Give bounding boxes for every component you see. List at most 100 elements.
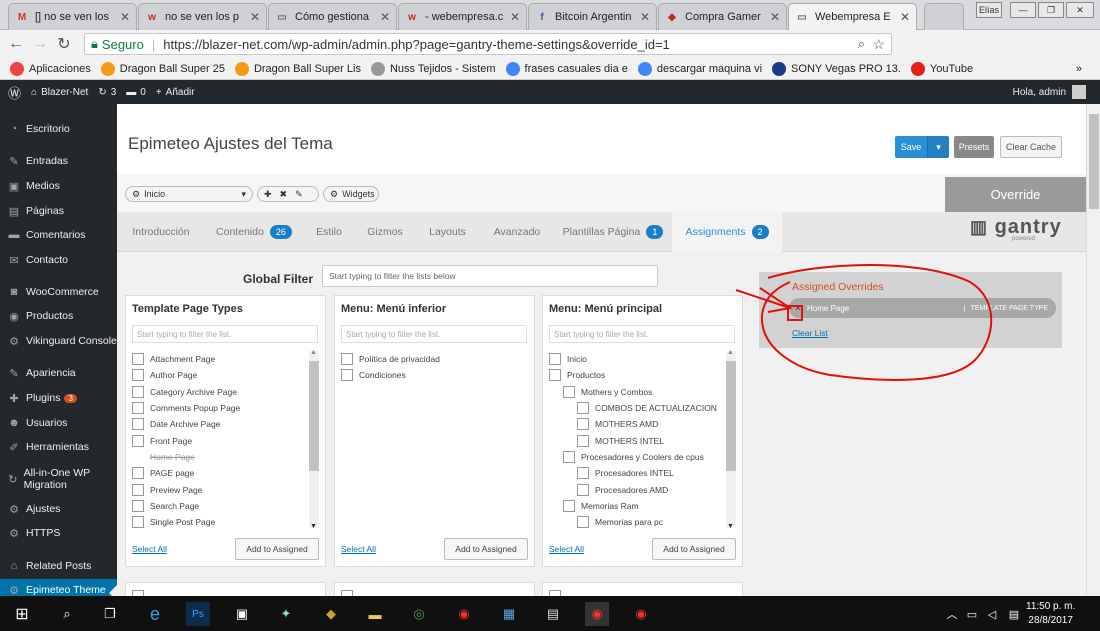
list-item[interactable]: Date Archive Page: [132, 416, 318, 432]
list-item[interactable]: Category Archive Page: [132, 384, 318, 400]
card-filter-input[interactable]: Start typing to filter the list.: [549, 325, 735, 343]
profile-button[interactable]: Elías: [976, 2, 1002, 18]
sidebar-item[interactable]: ☻ Usuarios: [0, 412, 117, 434]
list-item[interactable]: Preview Page: [132, 481, 318, 497]
save-button[interactable]: Save: [895, 136, 927, 158]
save-dropdown-icon[interactable]: ▾: [927, 136, 949, 158]
add-to-assigned-button[interactable]: Add to Assigned: [235, 538, 319, 560]
add-to-assigned-button[interactable]: Add to Assigned: [652, 538, 736, 560]
checkbox[interactable]: [577, 483, 589, 496]
list-scrollbar[interactable]: ▲ ▼: [309, 349, 319, 530]
sidebar-item[interactable]: ✎ Apariencia: [0, 362, 117, 384]
remove-icon[interactable]: ×: [789, 303, 807, 314]
close-window-button[interactable]: ✕: [1066, 2, 1094, 18]
browser-tab[interactable]: ◆ Compra Gamer ✕: [658, 3, 787, 30]
close-tab-icon[interactable]: ✕: [510, 10, 520, 24]
chrome-icon[interactable]: ◉: [585, 602, 609, 626]
updates-link[interactable]: ↻ 3: [98, 87, 116, 98]
sidebar-item[interactable]: ⌂ Related Posts: [0, 555, 117, 577]
checkbox[interactable]: [577, 402, 589, 415]
forward-icon[interactable]: →: [28, 35, 52, 53]
checkbox[interactable]: [132, 483, 144, 496]
list-item[interactable]: MOTHERS INTEL: [549, 432, 735, 448]
sidebar-item[interactable]: ◔ Escritorio: [0, 118, 117, 140]
sidebar-item[interactable]: ✎ Entradas: [0, 150, 117, 172]
sidebar-item[interactable]: ✉ Contacto: [0, 249, 117, 271]
browser-tab[interactable]: w no se ven los p ✕: [138, 3, 267, 30]
search-icon[interactable]: ⌕: [55, 602, 79, 626]
sidebar-item[interactable]: ◙ WooCommerce: [0, 281, 117, 303]
list-item[interactable]: Mothers y Combos: [549, 384, 735, 400]
edge-icon[interactable]: e: [143, 602, 167, 626]
sidebar-item[interactable]: ↻ All-in-One WP Migration: [0, 462, 117, 496]
comments-link[interactable]: ▬ 0: [126, 87, 146, 98]
checkbox[interactable]: [577, 434, 589, 447]
checkbox[interactable]: [563, 450, 575, 463]
app-icon[interactable]: ✦: [274, 602, 298, 626]
add-icon[interactable]: ✚: [264, 189, 272, 200]
star-icon[interactable]: ☆: [872, 36, 885, 53]
list-item[interactable]: Front Page: [132, 432, 318, 448]
global-filter-input[interactable]: Start typing to filter the lists below: [322, 265, 658, 287]
add-to-assigned-button[interactable]: Add to Assigned: [444, 538, 528, 560]
list-item[interactable]: PAGE page: [132, 465, 318, 481]
list-item[interactable]: Procesadores AMD: [549, 481, 735, 497]
list-item[interactable]: Inicio: [549, 351, 735, 367]
delete-icon[interactable]: ✖: [280, 189, 288, 200]
url-input[interactable]: 🔒︎ Seguro | https://blazer-net.com/wp-ad…: [84, 33, 892, 55]
list-item[interactable]: Home Page: [132, 449, 318, 465]
sidebar-item[interactable]: ▬ Comentarios: [0, 224, 117, 246]
sidebar-item[interactable]: ▣ Medios: [0, 175, 117, 197]
scroll-down-icon[interactable]: ▼: [310, 523, 317, 530]
folder-icon[interactable]: ▬: [363, 602, 387, 626]
list-item[interactable]: Política de privacidad: [341, 351, 527, 367]
list-item[interactable]: Productos: [549, 367, 735, 383]
browser-tab[interactable]: w- webempresa.c ✕: [398, 3, 527, 30]
scroll-down-icon[interactable]: ▼: [727, 523, 734, 530]
checkbox[interactable]: [563, 499, 575, 512]
sidebar-item[interactable]: ✐ Herramientas: [0, 436, 117, 458]
settings-tab[interactable]: Layouts: [415, 212, 480, 252]
checkbox[interactable]: [549, 369, 561, 382]
more-bookmarks[interactable]: »: [1076, 63, 1082, 75]
card-filter-input[interactable]: Start typing to filter the list.: [132, 325, 318, 343]
bookmark-item[interactable]: Nuss Tejidos - Sistem: [370, 61, 496, 76]
new-link[interactable]: + Añadir: [156, 87, 195, 98]
close-tab-icon[interactable]: ✕: [120, 10, 130, 24]
bookmark-item[interactable]: SONY Vegas PRO 13.: [772, 61, 901, 76]
bookmark-item[interactable]: YouTube: [910, 61, 973, 76]
sidebar-item[interactable]: ▤ Páginas: [0, 200, 117, 222]
bookmark-item[interactable]: descargar maquina vi: [637, 61, 762, 76]
list-item[interactable]: Search Page: [132, 498, 318, 514]
list-item[interactable]: Memorias Ram: [549, 498, 735, 514]
checkbox[interactable]: [563, 385, 575, 398]
checkbox[interactable]: [132, 353, 144, 366]
volume-icon[interactable]: ◁: [980, 602, 1004, 626]
sidebar-item[interactable]: ◉ Productos: [0, 305, 117, 327]
task-view-icon[interactable]: ❐: [98, 602, 122, 626]
list-item[interactable]: Condiciones: [341, 367, 527, 383]
checkbox[interactable]: [341, 353, 353, 366]
checkbox[interactable]: [341, 369, 353, 382]
settings-tab[interactable]: Estilo: [303, 212, 355, 252]
checkbox[interactable]: [132, 402, 144, 415]
checkbox[interactable]: [132, 467, 144, 480]
checkbox[interactable]: [577, 467, 589, 480]
select-all-link[interactable]: Select All: [341, 544, 376, 554]
sidebar-item[interactable]: ✚ Plugins 3: [0, 387, 117, 409]
close-tab-icon[interactable]: ✕: [640, 10, 650, 24]
close-tab-icon[interactable]: ✕: [250, 10, 260, 24]
site-link[interactable]: ⌂ Blazer-Net: [31, 87, 88, 98]
browser-tab[interactable]: f Bitcoin Argentin ✕: [528, 3, 657, 30]
clear-cache-button[interactable]: Clear Cache: [1000, 136, 1062, 158]
browser-tab[interactable]: ▭ Cómo gestiona ✕: [268, 3, 397, 30]
settings-tab[interactable]: Gizmos: [355, 212, 415, 252]
list-item[interactable]: Single Post Page: [132, 514, 318, 528]
bookmark-item[interactable]: Dragon Ball Super 25: [100, 61, 225, 76]
checkbox[interactable]: [132, 369, 144, 382]
scroll-up-icon[interactable]: ▲: [727, 349, 734, 356]
card-filter-input[interactable]: Start typing to filter the list.: [341, 325, 527, 343]
checkbox[interactable]: [132, 499, 144, 512]
bookmark-item[interactable]: frases casuales dia e: [505, 61, 628, 76]
browser-tab[interactable]: ▭ Webempresa E ✕: [788, 3, 917, 30]
